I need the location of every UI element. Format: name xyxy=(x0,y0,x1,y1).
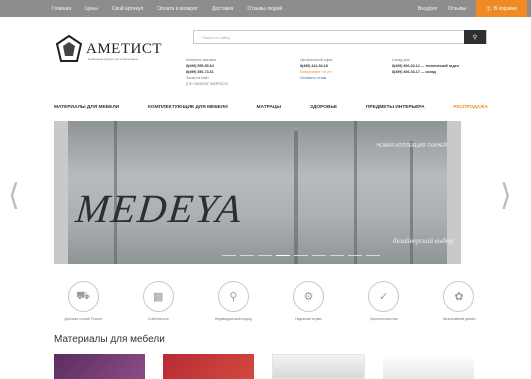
amethyst-logo-icon xyxy=(55,34,83,62)
product-card[interactable] xyxy=(54,354,145,379)
slider-dot[interactable] xyxy=(312,254,326,256)
slider-prev-button[interactable]: ⟨ xyxy=(8,178,20,213)
slider-dots xyxy=(222,254,380,256)
product-row xyxy=(54,354,474,379)
top-right: Вход/рег Отзывы ◫ В корзине xyxy=(418,0,527,17)
search-button[interactable]: ⚲ xyxy=(464,30,486,44)
slider-dot[interactable] xyxy=(366,254,380,256)
slider-dot[interactable] xyxy=(276,254,290,256)
contact-phone[interactable]: 8(499) 441-54-18 xyxy=(300,64,328,68)
banner-brand: MEDEYA xyxy=(73,186,246,231)
contact-shop: Интернет-магазин 8(499) 555-55-64 8(499)… xyxy=(186,57,228,87)
contact-phone[interactable]: 8(499) 350-73-61 xyxy=(186,70,214,74)
tree-trunk xyxy=(410,141,413,264)
top-links: Главная Цены Свой артикул Оплата и возвр… xyxy=(52,6,282,12)
header: АМЕТИСТ мебельная фурнитура и материалы … xyxy=(0,17,531,112)
contact-phone[interactable]: 8(499) 406-03-17 — склад xyxy=(392,70,436,74)
slider-dot[interactable] xyxy=(330,254,344,256)
tree-trunk xyxy=(294,131,298,264)
top-link-prices[interactable]: Цены xyxy=(85,6,98,12)
contact-note: (ПО СВОЕМУ ЗАПРОСУ) xyxy=(186,82,229,86)
award-icon: ⚲ xyxy=(217,281,249,312)
top-link-reviews[interactable]: Отзывы людей xyxy=(247,6,282,12)
feature-item: ⚲ Индивидуальный подход xyxy=(204,281,262,321)
top-link-payment[interactable]: Оплата и возврат xyxy=(157,6,198,12)
contact-phone[interactable]: 8(499) 555-55-64 xyxy=(186,64,214,68)
reviews-link[interactable]: Отзывы xyxy=(448,6,466,12)
cart-label: В корзине xyxy=(493,5,517,12)
nav-item-interior[interactable]: ПРЕДМЕТЫ ИНТЕРЬЕРА xyxy=(366,105,425,110)
feature-item: ⛟ Доставка по всей России xyxy=(54,281,112,321)
product-card[interactable] xyxy=(163,354,254,379)
feature-label: Индивидуальный подход xyxy=(214,317,252,321)
contact-office: Центральный офис 8(499) 441-54-18 Консул… xyxy=(300,57,333,81)
banner-edge-left xyxy=(54,121,68,264)
top-link-home[interactable]: Главная xyxy=(52,6,71,12)
nav-item-materials[interactable]: МАТЕРИАЛЫ ДЛЯ МЕБЕЛИ xyxy=(54,105,119,110)
gear-icon: ⚙ xyxy=(293,281,325,312)
tree-trunk xyxy=(354,121,357,264)
search-icon: ⚲ xyxy=(472,34,478,41)
feature-item: ▩ Стабильность xyxy=(129,281,187,321)
slider-dot[interactable] xyxy=(258,254,272,256)
slider-dot[interactable] xyxy=(240,254,254,256)
nav-item-mattresses[interactable]: МАТРАЦЫ xyxy=(257,105,282,110)
section-title: Материалы для мебели xyxy=(54,334,165,345)
feature-label: Надежный сервис xyxy=(295,317,322,321)
product-card[interactable] xyxy=(383,354,474,379)
cart-button[interactable]: ◫ В корзине xyxy=(476,0,527,17)
logo-text: АМЕТИСТ xyxy=(86,40,162,57)
main-nav: МАТЕРИАЛЫ ДЛЯ МЕБЕЛИ КОМПЛЕКТУЮЩИЕ ДЛЯ М… xyxy=(54,105,488,110)
feature-label: Гарантия качества xyxy=(369,317,398,321)
contact-phone[interactable]: 8(499) 406-03-12 — технический отдел xyxy=(392,64,459,68)
search-input[interactable]: Поиск по сайту xyxy=(194,35,464,40)
top-link-delivery[interactable]: Доставка xyxy=(212,6,233,12)
logo-tagline: мебельная фурнитура и материалы xyxy=(88,57,139,61)
check-icon: ✓ xyxy=(368,281,400,312)
top-link-article[interactable]: Свой артикул xyxy=(112,6,143,12)
feature-label: Эксклюзивный дизайн xyxy=(442,317,476,321)
truck-icon: ⛟ xyxy=(67,281,99,312)
banner-collection: НОВАЯ КОЛЛЕКЦИЯ ТКАНЕЙ xyxy=(376,143,447,149)
contact-note[interactable]: Оставить отзыв xyxy=(300,75,333,81)
nav-item-health[interactable]: ЗДОРОВЬЕ xyxy=(310,105,337,110)
features-row: ⛟ Доставка по всей России ▩ Стабильность… xyxy=(54,281,488,321)
chart-icon: ▩ xyxy=(142,281,174,312)
contact-warehouse: Склад для 8(499) 406-03-12 — технический… xyxy=(392,57,459,75)
search-bar: Поиск по сайту ⚲ xyxy=(193,30,487,44)
slider-dot[interactable] xyxy=(294,254,308,256)
feature-item: ✿ Эксклюзивный дизайн xyxy=(430,281,488,321)
feature-label: Доставка по всей России xyxy=(64,317,102,321)
account-link[interactable]: Вход/рег xyxy=(418,6,438,12)
logo[interactable]: АМЕТИСТ мебельная фурнитура и материалы xyxy=(54,29,166,69)
feature-item: ✓ Гарантия качества xyxy=(355,281,413,321)
cart-icon: ◫ xyxy=(486,5,491,12)
top-bar: Главная Цены Свой артикул Оплата и возвр… xyxy=(0,0,531,17)
nav-item-sale[interactable]: РАСПРОДАЖА xyxy=(453,105,488,110)
slider-dot[interactable] xyxy=(222,254,236,256)
slider-dot[interactable] xyxy=(348,254,362,256)
flower-icon: ✿ xyxy=(443,281,475,312)
nav-item-components[interactable]: КОМПЛЕКТУЮЩИЕ ДЛЯ МЕБЕЛИ xyxy=(148,105,228,110)
product-card[interactable] xyxy=(272,354,365,379)
feature-item: ⚙ Надежный сервис xyxy=(280,281,338,321)
slider-next-button[interactable]: ⟩ xyxy=(500,178,512,213)
banner-subtitle: дизайнерский выбор xyxy=(392,237,453,245)
feature-label: Стабильность xyxy=(147,317,169,321)
hero-banner[interactable]: НОВАЯ КОЛЛЕКЦИЯ ТКАНЕЙ MEDEYA дизайнерск… xyxy=(54,121,461,264)
